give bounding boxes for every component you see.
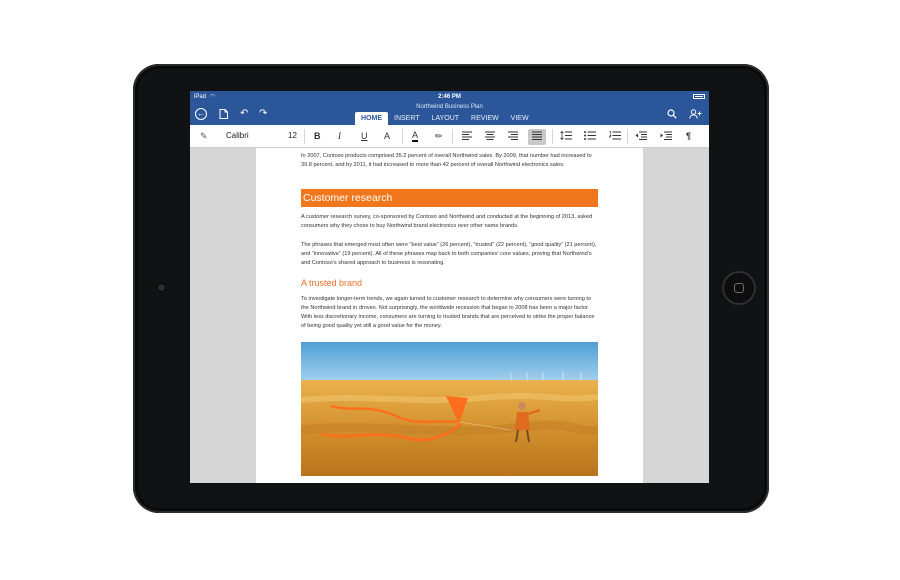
home-button[interactable] bbox=[724, 273, 754, 303]
tab-view[interactable]: VIEW bbox=[505, 112, 535, 125]
share-person-icon[interactable] bbox=[689, 109, 702, 122]
divider bbox=[552, 129, 553, 144]
paragraph-trends: To investigate longer-term trends, we ag… bbox=[301, 296, 595, 329]
document-title: Northwind Business Plan bbox=[416, 104, 483, 110]
search-icon[interactable] bbox=[667, 109, 677, 122]
home-square-icon bbox=[734, 283, 744, 293]
align-left-icon[interactable] bbox=[462, 131, 472, 143]
font-name-field[interactable]: Calibri bbox=[226, 131, 249, 140]
divider bbox=[304, 129, 305, 144]
heading-trusted-brand: A trusted brand bbox=[301, 278, 363, 288]
tab-home[interactable]: HOME bbox=[355, 112, 388, 125]
camera-icon bbox=[158, 284, 165, 291]
kite-field-photo bbox=[301, 342, 598, 476]
justify-icon[interactable] bbox=[528, 129, 546, 145]
italic-button[interactable]: I bbox=[338, 131, 341, 142]
numbered-list-icon[interactable] bbox=[608, 131, 621, 143]
tab-insert[interactable]: INSERT bbox=[388, 112, 426, 125]
tab-review[interactable]: REVIEW bbox=[465, 112, 505, 125]
title-bar: Northwind Business Plan ← ↶ ↷ HOME INSER… bbox=[190, 103, 709, 125]
heading-customer-research: Customer research bbox=[301, 189, 598, 207]
bullet-list-icon[interactable] bbox=[584, 131, 596, 143]
decrease-indent-icon[interactable] bbox=[635, 131, 647, 143]
underline-button[interactable]: U bbox=[361, 131, 368, 142]
highlight-icon[interactable]: ✏ bbox=[435, 131, 443, 142]
document-page[interactable]: In 2007, Contoso products comprised 35.2… bbox=[256, 148, 643, 483]
styles-icon[interactable]: ✎ bbox=[200, 131, 208, 142]
paragraph-intro: In 2007, Contoso products comprised 35.2… bbox=[301, 153, 592, 168]
text-effects-button[interactable]: A bbox=[384, 131, 390, 142]
tab-layout[interactable]: LAYOUT bbox=[426, 112, 466, 125]
font-size-field[interactable]: 12 bbox=[288, 131, 297, 140]
font-color-button[interactable]: A bbox=[412, 131, 419, 142]
document-icon[interactable] bbox=[219, 109, 228, 122]
battery-icon bbox=[693, 94, 705, 99]
divider bbox=[452, 129, 453, 144]
ribbon-tabs: HOME INSERT LAYOUT REVIEW VIEW bbox=[355, 112, 535, 125]
align-center-icon[interactable] bbox=[485, 131, 495, 143]
formatting-toolbar: ✎ Calibri 12 B I U A A ✏ ¶ bbox=[190, 125, 709, 148]
line-spacing-icon[interactable] bbox=[560, 130, 572, 143]
paragraph-survey: A customer research survey, co-sponsored… bbox=[301, 214, 593, 229]
paragraph-phrases: The phrases that emerged most often were… bbox=[301, 242, 597, 266]
tablet-screen: iPad ◠ 2:46 PM Northwind Business Plan ←… bbox=[190, 91, 709, 483]
back-icon[interactable]: ← bbox=[195, 108, 207, 120]
divider bbox=[627, 129, 628, 144]
align-right-icon[interactable] bbox=[508, 131, 518, 143]
redo-icon[interactable]: ↷ bbox=[259, 109, 267, 119]
bold-button[interactable]: B bbox=[314, 131, 321, 142]
undo-icon[interactable]: ↶ bbox=[240, 109, 248, 119]
paragraph-mark-button[interactable]: ¶ bbox=[686, 131, 691, 142]
divider bbox=[402, 129, 403, 144]
increase-indent-icon[interactable] bbox=[660, 131, 672, 143]
status-bar: iPad ◠ 2:46 PM bbox=[190, 91, 709, 103]
clock: 2:46 PM bbox=[438, 94, 461, 100]
